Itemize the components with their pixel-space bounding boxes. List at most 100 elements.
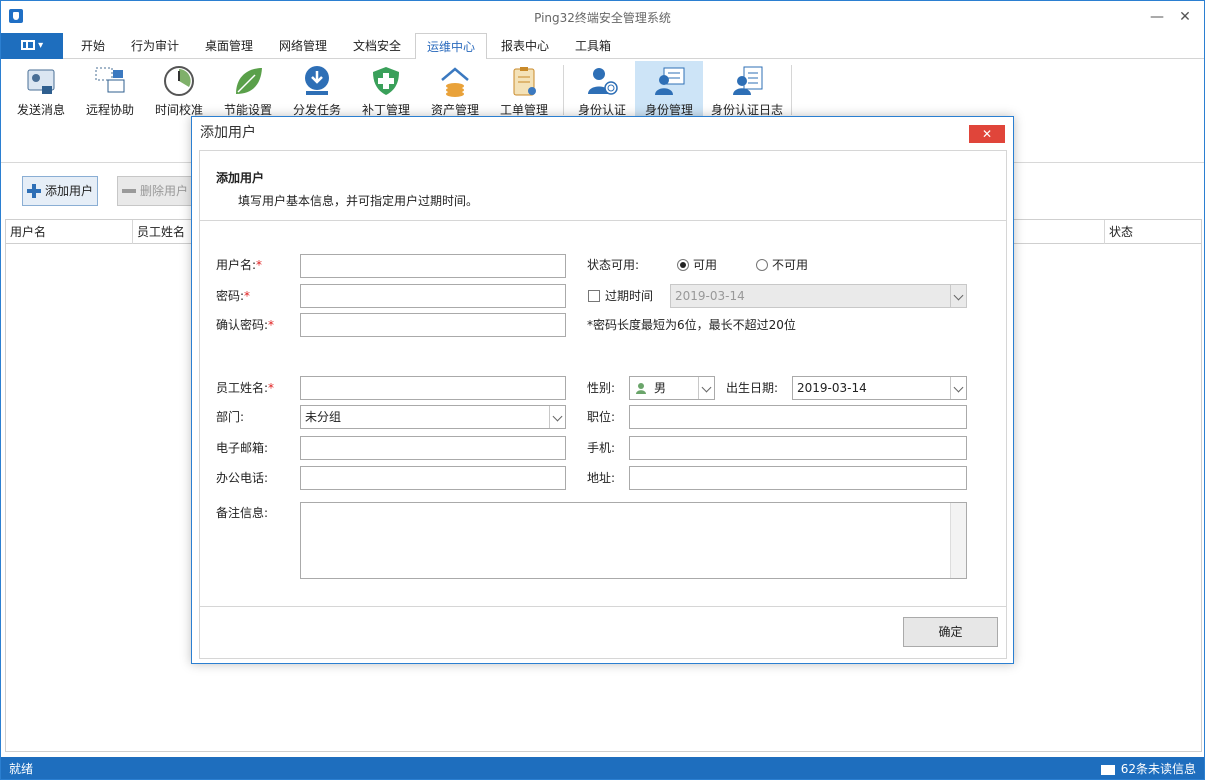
clipboard-icon — [507, 64, 541, 98]
ribbon-distribute-task[interactable]: 分发任务 — [283, 61, 351, 119]
ribbon-identity-auth[interactable]: 身份认证 — [568, 61, 636, 119]
status-bar: 就绪 62条未读信息 — [1, 757, 1204, 779]
remote-assist-icon — [93, 64, 127, 98]
office-phone-input[interactable] — [300, 466, 566, 490]
menu-document-security[interactable]: 文档安全 — [349, 33, 405, 59]
ribbon-patch-management[interactable]: 补丁管理 — [352, 61, 420, 119]
dialog-header-subtitle: 填写用户基本信息，并可指定用户过期时间。 — [238, 194, 479, 208]
chevron-down-icon[interactable] — [950, 377, 966, 399]
close-window-button[interactable]: ✕ — [1173, 7, 1197, 27]
expire-date-picker[interactable]: 2019-03-14 — [670, 284, 967, 308]
status-disabled-label[interactable]: 不可用 — [772, 253, 808, 277]
status-enabled-label[interactable]: 可用 — [693, 253, 717, 277]
ribbon-ticket-management[interactable]: 工单管理 — [490, 61, 558, 119]
ribbon-label: 远程协助 — [85, 103, 134, 117]
add-user-button[interactable]: 添加用户 — [22, 176, 98, 206]
username-input[interactable] — [300, 254, 566, 278]
expire-label[interactable]: 过期时间 — [605, 284, 653, 308]
download-icon — [300, 64, 334, 98]
birthdate-picker[interactable]: 2019-03-14 — [792, 376, 967, 400]
ribbon-asset-management[interactable]: 资产管理 — [421, 61, 489, 119]
password-label: 密码:* — [216, 289, 251, 303]
status-label: 状态可用: — [587, 258, 640, 272]
status-disabled-radio[interactable] — [756, 259, 768, 271]
employee-name-input[interactable] — [300, 376, 566, 400]
clock-icon — [162, 64, 196, 98]
menu-behavior-audit[interactable]: 行为审计 — [127, 33, 183, 59]
ribbon-identity-management[interactable]: 身份管理 — [635, 61, 703, 119]
username-label: 用户名:* — [216, 258, 263, 272]
column-username[interactable]: 用户名 — [6, 220, 133, 244]
delete-user-label: 删除用户 — [140, 184, 189, 198]
ribbon-power-saving[interactable]: 节能设置 — [214, 61, 282, 119]
chevron-down-icon[interactable] — [549, 406, 565, 428]
menu-report-center[interactable]: 报表中心 — [497, 33, 553, 59]
menu-start[interactable]: 开始 — [75, 33, 111, 59]
mobile-label: 手机: — [587, 441, 616, 455]
dialog-header-title: 添加用户 — [216, 171, 265, 185]
password-input[interactable] — [300, 284, 566, 308]
ok-button[interactable]: 确定 — [903, 617, 998, 647]
auth-log-icon — [730, 64, 764, 98]
status-text: 就绪 — [9, 762, 34, 776]
mobile-input[interactable] — [629, 436, 967, 460]
plus-icon — [27, 184, 41, 198]
app-menu-icon — [20, 40, 35, 50]
ribbon-remote-assist[interactable]: 远程协助 — [76, 61, 144, 119]
position-label: 职位: — [587, 410, 616, 424]
remarks-label: 备注信息: — [216, 506, 269, 520]
expire-checkbox[interactable] — [588, 290, 600, 302]
asset-house-icon — [438, 64, 472, 98]
fingerprint-user-icon — [585, 64, 619, 98]
dialog-header: 添加用户 填写用户基本信息，并可指定用户过期时间。 — [200, 151, 1006, 221]
ribbon-separator — [563, 65, 564, 115]
confirm-password-label: 确认密码:* — [216, 318, 275, 332]
send-message-icon — [24, 64, 58, 98]
dialog-footer-divider — [200, 606, 1006, 607]
column-status[interactable]: 状态 — [1104, 220, 1202, 244]
password-hint: *密码长度最短为6位，最长不超过20位 — [587, 318, 796, 332]
ribbon-separator — [791, 65, 792, 115]
birthdate-label: 出生日期: — [726, 381, 779, 395]
menu-toolbox[interactable]: 工具箱 — [571, 33, 615, 59]
remarks-scrollbar[interactable] — [950, 503, 966, 578]
menu-bar: ▾ 开始 行为审计 桌面管理 网络管理 文档安全 运维中心 报表中心 工具箱 — [1, 33, 1204, 60]
dialog-close-button[interactable]: ✕ — [969, 125, 1005, 143]
confirm-password-input[interactable] — [300, 313, 566, 337]
app-menu-button[interactable]: ▾ — [1, 33, 63, 59]
ribbon-send-message[interactable]: 发送消息 — [7, 61, 75, 119]
leaf-icon — [231, 64, 265, 98]
department-label: 部门: — [216, 410, 245, 424]
gender-label: 性别: — [587, 381, 616, 395]
minimize-button[interactable]: — — [1145, 7, 1169, 27]
ribbon-identity-auth-log[interactable]: 身份认证日志 — [707, 61, 787, 119]
email-label: 电子邮箱: — [216, 441, 269, 455]
remarks-textarea[interactable] — [300, 502, 967, 579]
ribbon-time-sync[interactable]: 时间校准 — [145, 61, 213, 119]
chevron-down-icon[interactable] — [698, 377, 714, 399]
address-label: 地址: — [587, 471, 616, 485]
menu-desktop-management[interactable]: 桌面管理 — [201, 33, 257, 59]
gender-select[interactable]: 男 — [629, 376, 715, 400]
unread-messages[interactable]: 62条未读信息 — [1100, 757, 1196, 779]
dialog-title: 添加用户 — [192, 117, 1013, 149]
identity-card-icon — [652, 64, 686, 98]
dialog-body: 添加用户 填写用户基本信息，并可指定用户过期时间。 用户名:* 密码:* 确认密… — [199, 150, 1007, 659]
ribbon-label: 发送消息 — [16, 103, 65, 117]
address-input[interactable] — [629, 466, 967, 490]
position-input[interactable] — [629, 405, 967, 429]
add-user-label: 添加用户 — [45, 184, 94, 198]
unread-count: 62条未读信息 — [1120, 762, 1196, 776]
delete-user-button[interactable]: 删除用户 — [117, 176, 193, 206]
person-icon — [636, 383, 646, 394]
gender-value: 男 — [654, 381, 667, 395]
shield-icon — [369, 64, 403, 98]
window-title: Ping32终端安全管理系统 — [534, 11, 671, 25]
chevron-down-icon[interactable] — [950, 285, 966, 307]
status-enabled-radio[interactable] — [677, 259, 689, 271]
department-value: 未分组 — [305, 410, 342, 424]
menu-network-management[interactable]: 网络管理 — [275, 33, 331, 59]
department-select[interactable]: 未分组 — [300, 405, 566, 429]
menu-ops-center[interactable]: 运维中心 — [415, 33, 487, 60]
email-input[interactable] — [300, 436, 566, 460]
